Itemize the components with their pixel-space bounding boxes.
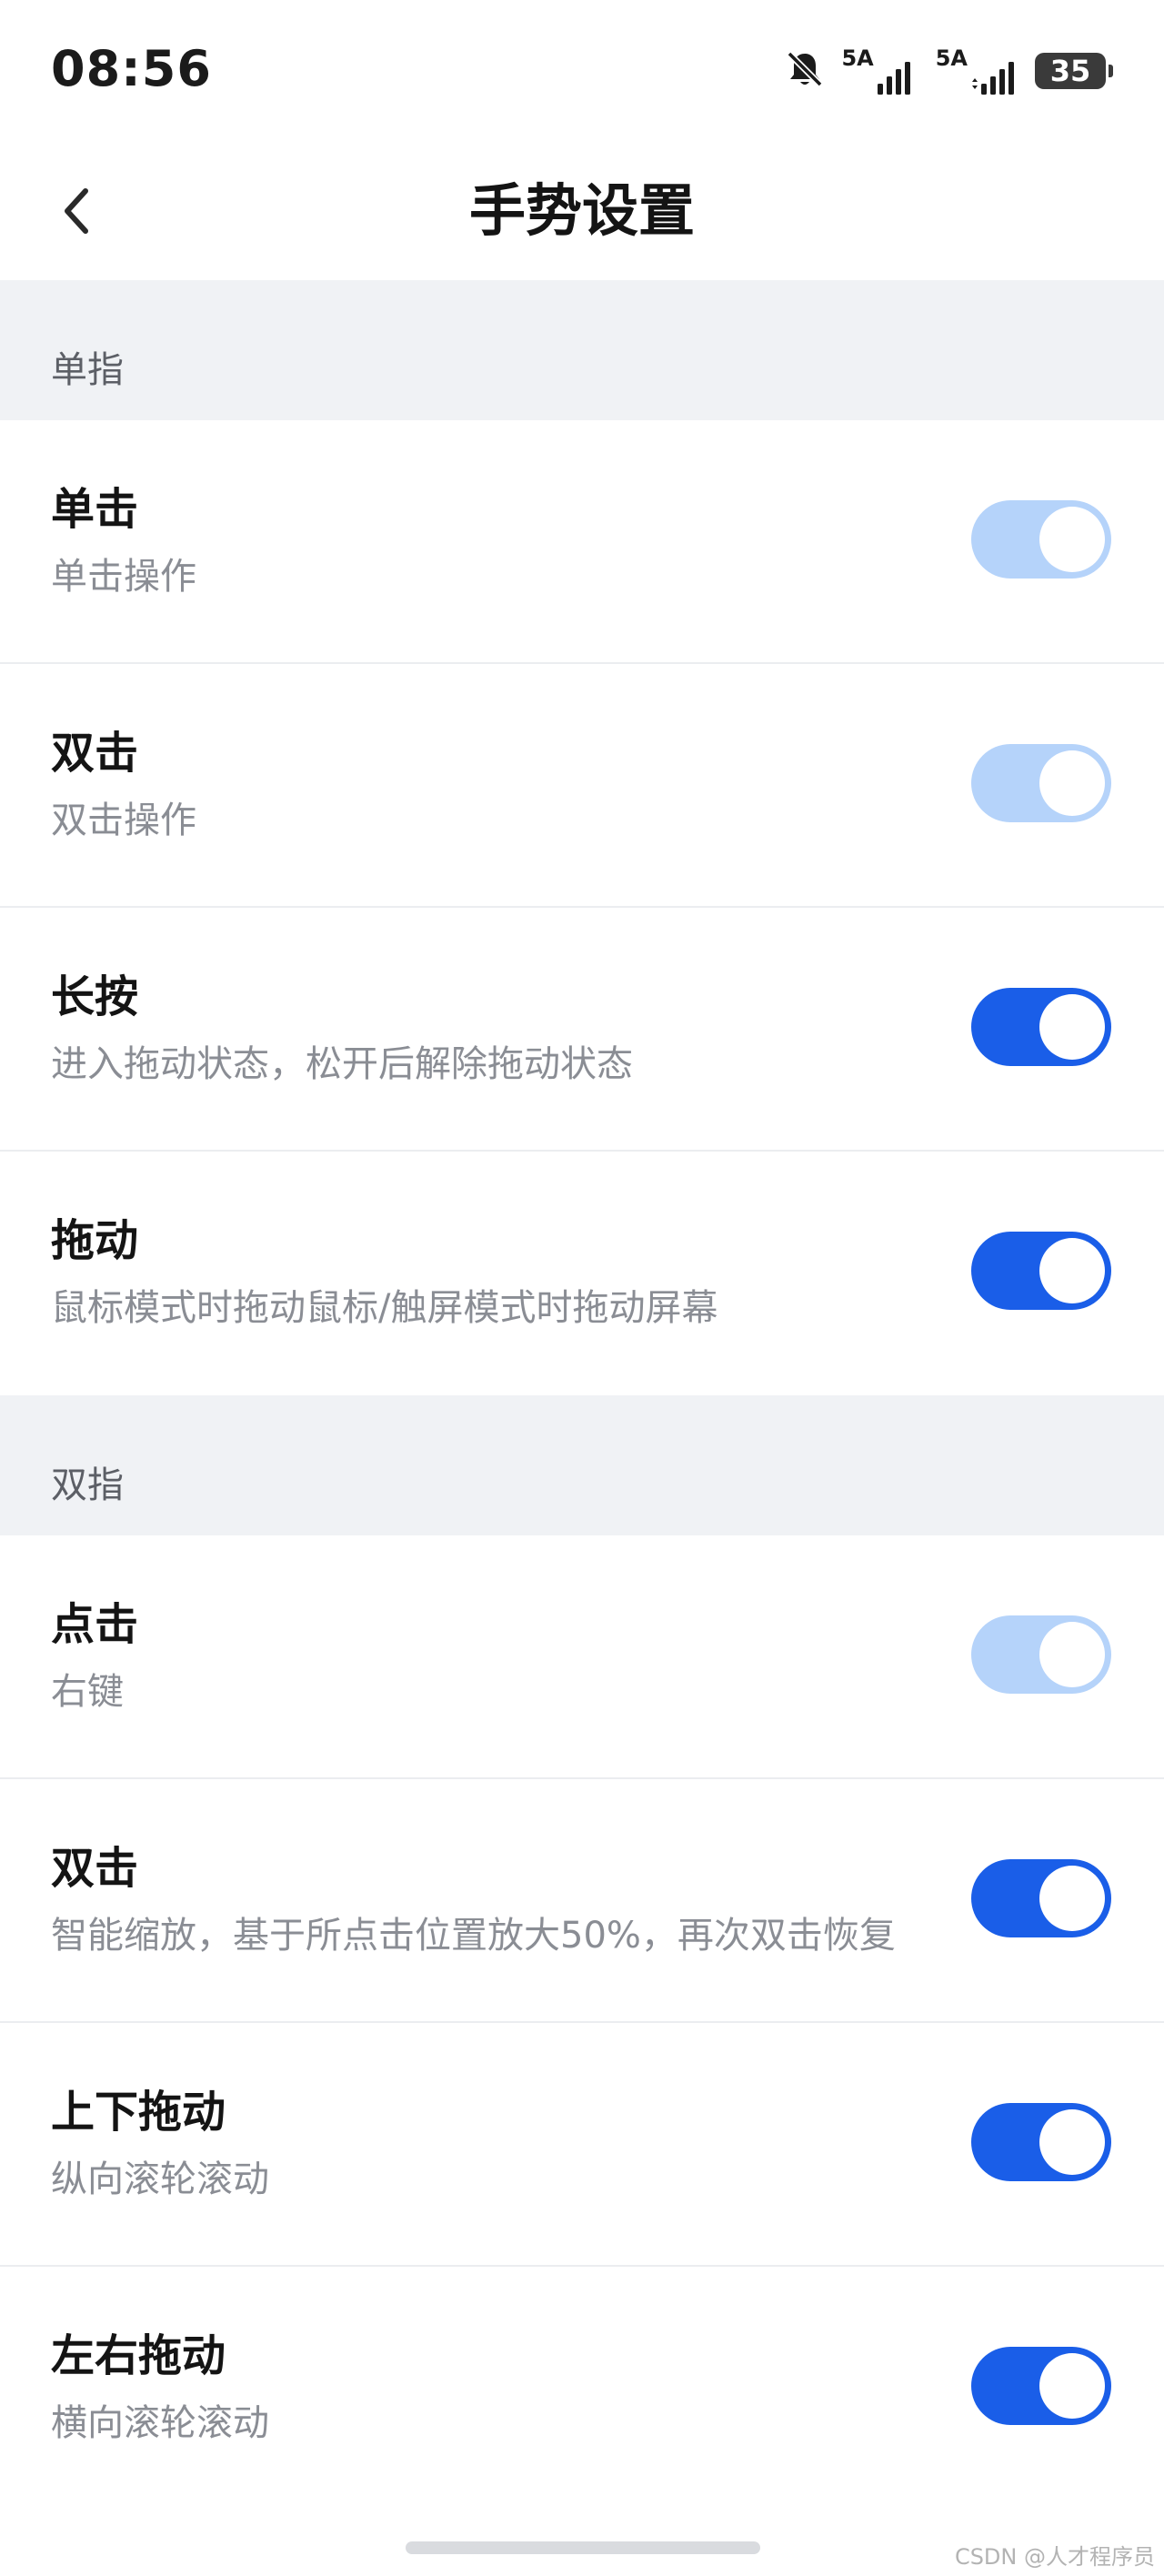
- section-header-single-finger: 单指: [0, 280, 1164, 420]
- signal-2-label: 5A: [935, 45, 968, 71]
- page-title: 手势设置: [468, 177, 695, 244]
- single-double-tap-toggle[interactable]: [971, 744, 1111, 822]
- setting-row-two-finger-tap: 点击 右键: [0, 1535, 1164, 1779]
- setting-row-horizontal-drag: 左右拖动 横向滚轮滚动: [0, 2267, 1164, 2511]
- section-label: 单指: [51, 349, 124, 391]
- setting-title: 单击: [51, 484, 139, 535]
- section-header-two-finger: 双指: [0, 1395, 1164, 1535]
- setting-title: 上下拖动: [51, 2087, 226, 2138]
- setting-row-single-tap: 单击 单击操作: [0, 420, 1164, 664]
- setting-description: 右键: [51, 1671, 124, 1713]
- signal-2-icon: 5A: [936, 47, 1018, 95]
- toggle-knob: [1039, 2353, 1105, 2419]
- signal-1-icon: 5A: [841, 47, 918, 95]
- status-icons: 5A 5A 35: [785, 47, 1113, 95]
- setting-row-single-double-tap: 双击 双击操作: [0, 664, 1164, 908]
- single-tap-toggle[interactable]: [971, 500, 1111, 579]
- setting-description: 纵向滚轮滚动: [51, 2158, 269, 2200]
- vertical-drag-toggle[interactable]: [971, 2103, 1111, 2181]
- settings-list: 单指 单击 单击操作 双击 双击操作 长按 进入拖动状态，松开后解除拖动状态 拖…: [0, 280, 1164, 2511]
- status-time: 08:56: [51, 40, 212, 97]
- setting-row-drag: 拖动 鼠标模式时拖动鼠标/触屏模式时拖动屏幕: [0, 1152, 1164, 1395]
- battery-icon: 35: [1035, 53, 1113, 89]
- setting-title: 点击: [51, 1599, 139, 1650]
- setting-description: 单击操作: [51, 556, 196, 598]
- section-label: 双指: [51, 1464, 124, 1506]
- toggle-knob: [1039, 507, 1105, 572]
- toggle-knob: [1039, 1238, 1105, 1303]
- status-bar: 08:56 5A 5A 35: [0, 0, 1164, 142]
- horizontal-drag-toggle[interactable]: [971, 2347, 1111, 2425]
- toggle-knob: [1039, 1622, 1105, 1687]
- setting-description: 智能缩放，基于所点击位置放大50%，再次双击恢复: [51, 1915, 896, 1957]
- setting-title: 拖动: [51, 1215, 139, 1266]
- watermark: CSDN @人才程序员: [954, 2544, 1155, 2570]
- setting-description: 进入拖动状态，松开后解除拖动状态: [51, 1043, 633, 1085]
- battery-level: 35: [1035, 53, 1106, 89]
- toggle-knob: [1039, 1866, 1105, 1931]
- toggle-knob: [1039, 750, 1105, 816]
- toggle-knob: [1039, 2109, 1105, 2175]
- setting-title: 左右拖动: [51, 2330, 226, 2381]
- two-finger-double-tap-toggle[interactable]: [971, 1859, 1111, 1937]
- setting-title: 双击: [51, 1843, 139, 1894]
- two-finger-tap-toggle[interactable]: [971, 1615, 1111, 1694]
- setting-row-long-press: 长按 进入拖动状态，松开后解除拖动状态: [0, 908, 1164, 1152]
- signal-1-label: 5A: [841, 45, 874, 71]
- bell-off-icon: [785, 49, 825, 93]
- setting-title: 长按: [51, 971, 139, 1022]
- setting-title: 双击: [51, 728, 139, 779]
- toggle-knob: [1039, 994, 1105, 1060]
- setting-row-vertical-drag: 上下拖动 纵向滚轮滚动: [0, 2023, 1164, 2267]
- drag-toggle[interactable]: [971, 1232, 1111, 1310]
- setting-row-two-finger-double-tap: 双击 智能缩放，基于所点击位置放大50%，再次双击恢复: [0, 1779, 1164, 2023]
- setting-description: 鼠标模式时拖动鼠标/触屏模式时拖动屏幕: [51, 1287, 718, 1329]
- setting-description: 横向滚轮滚动: [51, 2402, 269, 2444]
- header: 手势设置: [0, 142, 1164, 280]
- long-press-toggle[interactable]: [971, 988, 1111, 1066]
- setting-description: 双击操作: [51, 800, 196, 841]
- home-indicator[interactable]: [406, 2541, 760, 2554]
